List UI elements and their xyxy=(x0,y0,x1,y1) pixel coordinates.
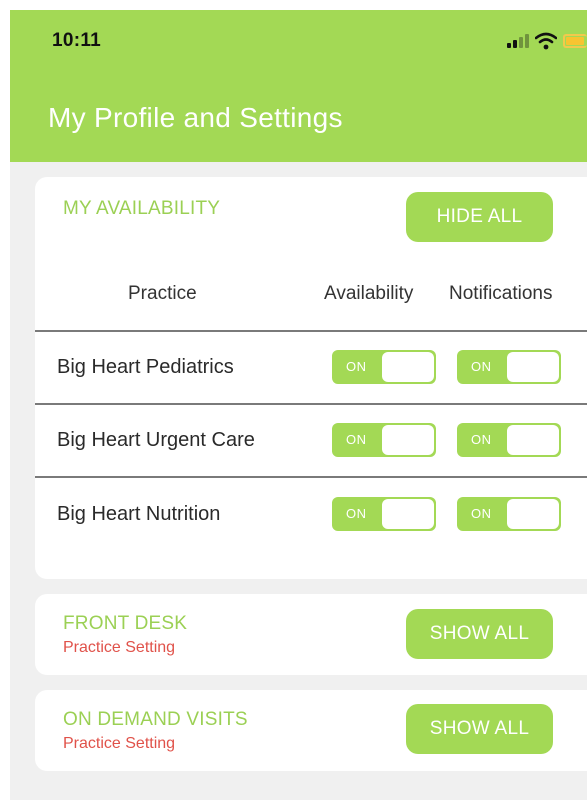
toggle-state: ON xyxy=(471,432,492,447)
table-divider xyxy=(35,476,587,478)
on-demand-show-all-button[interactable]: SHOW ALL xyxy=(406,704,553,754)
availability-card: MY AVAILABILITY HIDE ALL Practice Availa… xyxy=(35,177,587,579)
practice-name: Big Heart Pediatrics xyxy=(57,356,234,378)
column-header-notifications: Notifications xyxy=(449,283,553,304)
toggle-state: ON xyxy=(471,506,492,521)
page-title: My Profile and Settings xyxy=(48,102,343,133)
app-screen: 10:11 My Profile and Settings MY AVAILAB… xyxy=(10,10,587,800)
front-desk-card: FRONT DESK Practice Setting SHOW ALL xyxy=(35,594,587,675)
header: 10:11 My Profile and Settings xyxy=(10,10,587,162)
toggle-knob xyxy=(507,352,559,382)
availability-title: MY AVAILABILITY xyxy=(63,198,221,219)
front-desk-title: FRONT DESK xyxy=(63,613,188,634)
wifi-icon xyxy=(535,32,557,50)
toggle-state: ON xyxy=(346,359,367,374)
availability-toggle[interactable]: ON xyxy=(332,497,436,531)
on-demand-title: ON DEMAND VISITS xyxy=(63,709,248,730)
status-time: 10:11 xyxy=(52,30,102,51)
table-divider xyxy=(35,330,587,332)
toggle-knob xyxy=(382,499,434,529)
practice-name: Big Heart Nutrition xyxy=(57,503,221,525)
front-desk-show-all-button[interactable]: SHOW ALL xyxy=(406,609,553,659)
practice-name: Big Heart Urgent Care xyxy=(57,429,255,451)
table-divider xyxy=(35,403,587,405)
notifications-toggle[interactable]: ON xyxy=(457,350,561,384)
toggle-state: ON xyxy=(471,359,492,374)
hide-all-button[interactable]: HIDE ALL xyxy=(406,192,553,242)
signal-icon xyxy=(507,34,529,48)
column-header-availability: Availability xyxy=(324,283,414,304)
column-header-practice: Practice xyxy=(128,283,197,304)
status-icons xyxy=(507,32,587,52)
notifications-toggle[interactable]: ON xyxy=(457,497,561,531)
on-demand-card: ON DEMAND VISITS Practice Setting SHOW A… xyxy=(35,690,587,771)
toggle-knob xyxy=(382,352,434,382)
toggle-state: ON xyxy=(346,506,367,521)
toggle-knob xyxy=(382,425,434,455)
on-demand-subtitle: Practice Setting xyxy=(63,735,176,752)
front-desk-subtitle: Practice Setting xyxy=(63,639,176,656)
toggle-knob xyxy=(507,425,559,455)
availability-toggle[interactable]: ON xyxy=(332,350,436,384)
toggle-state: ON xyxy=(346,432,367,447)
battery-icon xyxy=(563,34,587,48)
availability-toggle[interactable]: ON xyxy=(332,423,436,457)
notifications-toggle[interactable]: ON xyxy=(457,423,561,457)
toggle-knob xyxy=(507,499,559,529)
